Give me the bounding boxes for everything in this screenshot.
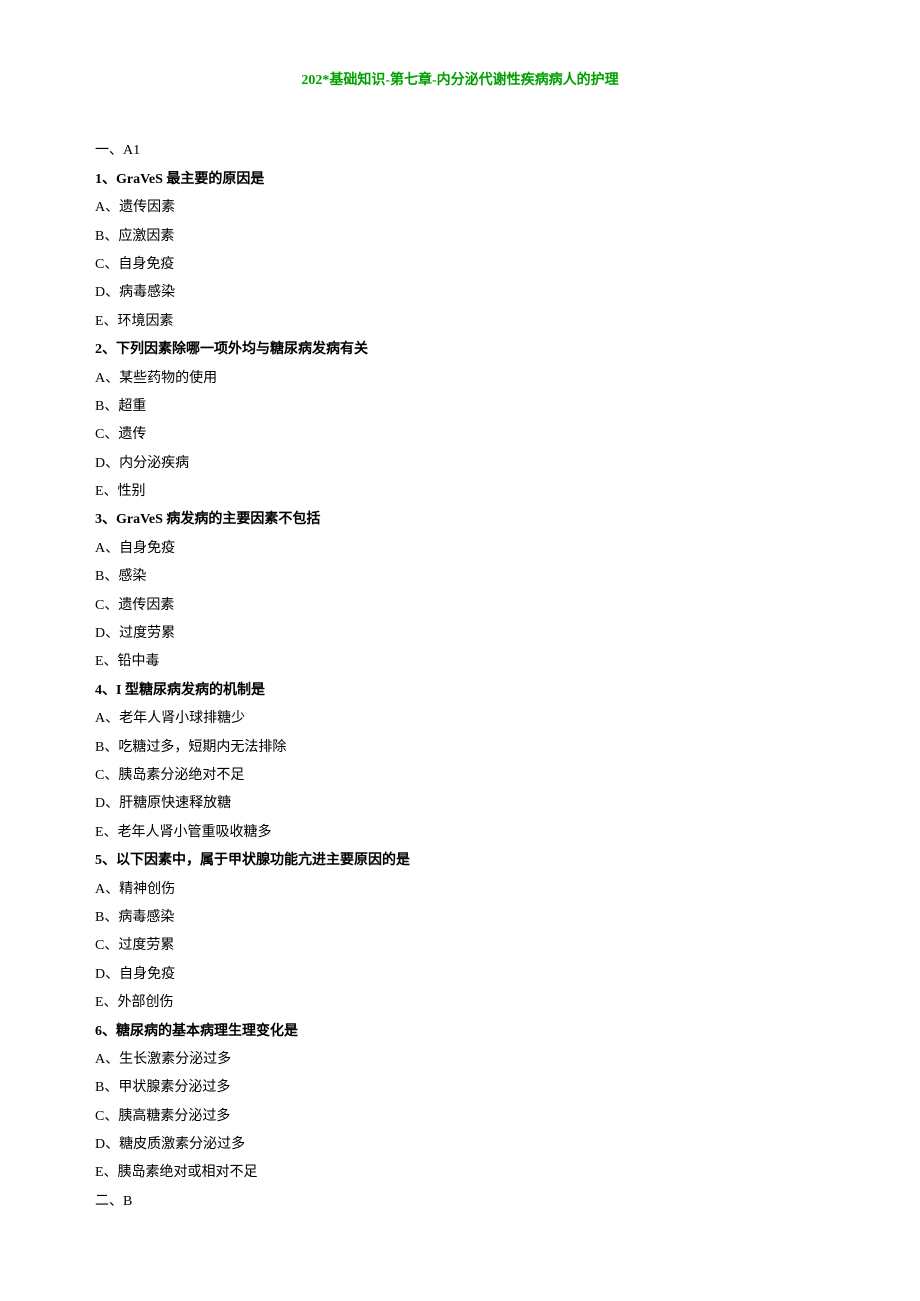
document-title: 202*基础知识-第七章-内分泌代谢性疾病病人的护理 xyxy=(95,70,825,92)
option-e: E、性别 xyxy=(95,481,825,503)
option-b: B、感染 xyxy=(95,566,825,588)
option-b: B、超重 xyxy=(95,396,825,418)
option-d: D、病毒感染 xyxy=(95,282,825,304)
option-b: B、病毒感染 xyxy=(95,907,825,929)
option-a: A、老年人肾小球排糖少 xyxy=(95,708,825,730)
question-stem: 6、糖尿病的基本病理生理变化是 xyxy=(95,1021,825,1043)
option-a: A、自身免疫 xyxy=(95,538,825,560)
option-d: D、自身免疫 xyxy=(95,964,825,986)
section-a1-header: 一、A1 xyxy=(95,140,825,162)
option-e: E、老年人肾小管重吸收糖多 xyxy=(95,822,825,844)
option-c: C、过度劳累 xyxy=(95,935,825,957)
option-d: D、肝糖原快速释放糖 xyxy=(95,793,825,815)
option-b: B、应激因素 xyxy=(95,226,825,248)
option-a: A、遗传因素 xyxy=(95,197,825,219)
question-4: 4、I 型糖尿病发病的机制是 A、老年人肾小球排糖少 B、吃糖过多，短期内无法排… xyxy=(95,680,825,844)
question-6: 6、糖尿病的基本病理生理变化是 A、生长激素分泌过多 B、甲状腺素分泌过多 C、… xyxy=(95,1021,825,1185)
option-c: C、自身免疫 xyxy=(95,254,825,276)
question-5: 5、以下因素中，属于甲状腺功能亢进主要原因的是 A、精神创伤 B、病毒感染 C、… xyxy=(95,850,825,1014)
option-c: C、胰岛素分泌绝对不足 xyxy=(95,765,825,787)
question-1: 1、GraVeS 最主要的原因是 A、遗传因素 B、应激因素 C、自身免疫 D、… xyxy=(95,169,825,333)
option-e: E、外部创伤 xyxy=(95,992,825,1014)
question-stem: 3、GraVeS 病发病的主要因素不包括 xyxy=(95,509,825,531)
option-c: C、遗传因素 xyxy=(95,595,825,617)
option-b: B、甲状腺素分泌过多 xyxy=(95,1077,825,1099)
option-e: E、环境因素 xyxy=(95,311,825,333)
option-e: E、铅中毒 xyxy=(95,651,825,673)
question-2: 2、下列因素除哪一项外均与糖尿病发病有关 A、某些药物的使用 B、超重 C、遗传… xyxy=(95,339,825,503)
option-a: A、某些药物的使用 xyxy=(95,368,825,390)
option-a: A、生长激素分泌过多 xyxy=(95,1049,825,1071)
question-stem: 5、以下因素中，属于甲状腺功能亢进主要原因的是 xyxy=(95,850,825,872)
option-c: C、遗传 xyxy=(95,424,825,446)
option-d: D、内分泌疾病 xyxy=(95,453,825,475)
option-c: C、胰高糖素分泌过多 xyxy=(95,1106,825,1128)
question-stem: 2、下列因素除哪一项外均与糖尿病发病有关 xyxy=(95,339,825,361)
question-stem: 4、I 型糖尿病发病的机制是 xyxy=(95,680,825,702)
option-a: A、精神创伤 xyxy=(95,879,825,901)
option-b: B、吃糖过多，短期内无法排除 xyxy=(95,737,825,759)
option-e: E、胰岛素绝对或相对不足 xyxy=(95,1162,825,1184)
section-b-header: 二、B xyxy=(95,1191,825,1213)
question-3: 3、GraVeS 病发病的主要因素不包括 A、自身免疫 B、感染 C、遗传因素 … xyxy=(95,509,825,673)
option-d: D、糖皮质激素分泌过多 xyxy=(95,1134,825,1156)
option-d: D、过度劳累 xyxy=(95,623,825,645)
question-stem: 1、GraVeS 最主要的原因是 xyxy=(95,169,825,191)
